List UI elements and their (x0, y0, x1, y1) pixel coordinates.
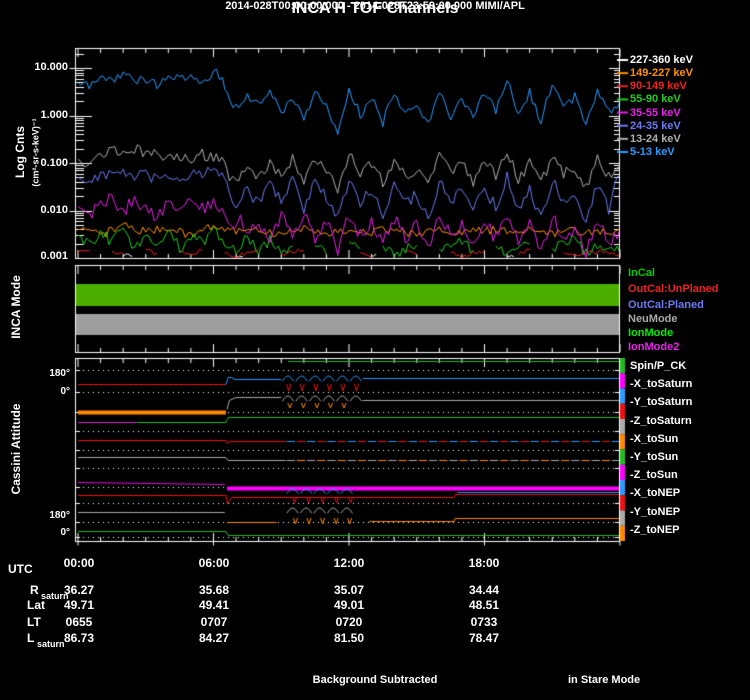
legend-item-attitude: -Y_toNEP (630, 505, 681, 518)
ephemeris-value: 35.68 (198, 583, 230, 597)
ephemeris-row-label: LT (27, 615, 41, 629)
ephemeris-value: 36.27 (63, 583, 95, 597)
ephemeris-value: 34.44 (468, 583, 500, 597)
y-axis-units: (cm²-sr-s-keV)⁻¹ (30, 118, 41, 187)
legend-item-attitude: -X_toSaturn (630, 378, 693, 391)
attitude-tick-label: 0° (60, 527, 70, 538)
legend-item-inca-mode: OutCal:Planed (628, 299, 704, 311)
attitude-tick-label: 180° (49, 510, 70, 521)
ephemeris-value: 49.41 (198, 598, 230, 612)
legend-item-attitude: -X_toNEP (630, 487, 681, 500)
attitude-axis-label: Cassini Attitude (9, 403, 23, 495)
inca-tof-summary-plot: INCA H TOF Channels 2014-028T00:00:00.00… (0, 0, 750, 700)
ephemeris-value: 78.47 (468, 631, 500, 645)
legend-item-inca-mode: IonMode (628, 327, 674, 339)
y-tick-label: 0.010 (40, 204, 68, 216)
legend-item-inca-mode: NeuMode (628, 313, 678, 325)
ephemeris-row-label: R (30, 583, 39, 597)
y-tick-label: 10.000 (34, 61, 68, 73)
legend-item-energy-channel: 149-227 keV (630, 67, 693, 80)
legend-item-energy-channel: 35-55 keV (630, 106, 681, 119)
legend-item-attitude: Spin/P_CK (630, 360, 687, 372)
legend-item-attitude: -Y_toSun (630, 451, 679, 463)
legend-item-energy-channel: 90-149 keV (630, 80, 687, 93)
y-tick-label: 0.100 (40, 157, 68, 169)
ephemeris-value: 0707 (200, 615, 228, 629)
legend-item-energy-channel: 13-24 keV (630, 132, 681, 145)
legend-item-attitude: -X_toSun (630, 432, 679, 445)
utc-row-label: UTC (8, 562, 33, 576)
ephemeris-value: 81.50 (333, 631, 365, 645)
ephemeris-value: 84.27 (198, 631, 230, 645)
utc-tick-label: 18:00 (468, 556, 500, 570)
legend-item-energy-channel: 5-13 keV (630, 145, 675, 158)
legend-item-attitude: -Z_toNEP (630, 523, 680, 536)
ephemeris-value: 48.51 (468, 598, 500, 612)
ephemeris-value: 35.07 (333, 583, 365, 597)
legend-item-inca-mode: OutCal:UnPlaned (628, 283, 719, 295)
legend-item-energy-channel: 24-35 keV (630, 119, 681, 132)
ephemeris-value: 0655 (65, 615, 93, 629)
legend-item-attitude: -Z_toSaturn (630, 414, 692, 427)
y-tick-label: 1.000 (40, 109, 68, 121)
ephemeris-value: 86.73 (63, 631, 95, 645)
footer-stare-mode: in Stare Mode (568, 674, 641, 686)
legend-item-inca-mode: IonMode2 (628, 341, 680, 353)
attitude-tick-label: 180° (49, 368, 70, 379)
legend-item-energy-channel: 227-360 keV (630, 54, 693, 66)
legend-item-energy-channel: 55-90 keV (630, 93, 681, 106)
footer-background-subtracted: Background Subtracted (312, 674, 438, 686)
ephemeris-row-label: L (27, 631, 35, 645)
attitude-tick-label: 0° (60, 386, 70, 397)
utc-tick-label: 00:00 (63, 556, 95, 570)
ephemeris-value: 49.71 (63, 598, 95, 612)
utc-tick-label: 12:00 (333, 556, 365, 570)
ephemeris-value: 0720 (335, 615, 363, 629)
y-tick-label: 0.001 (40, 250, 68, 262)
legend-item-inca-mode: InCal (628, 267, 655, 279)
page-subtitle: 2014-028T00:00:00.000 - 2014-028T23:59:0… (225, 0, 525, 12)
utc-tick-label: 06:00 (198, 556, 230, 570)
legend-item-attitude: -Z_toSun (630, 469, 678, 482)
legend-item-attitude: -Y_toSaturn (630, 396, 693, 409)
ephemeris-value: 0733 (470, 615, 498, 629)
ephemeris-row-label: Lat (27, 598, 45, 612)
ephemeris-value: 49.01 (333, 598, 365, 612)
